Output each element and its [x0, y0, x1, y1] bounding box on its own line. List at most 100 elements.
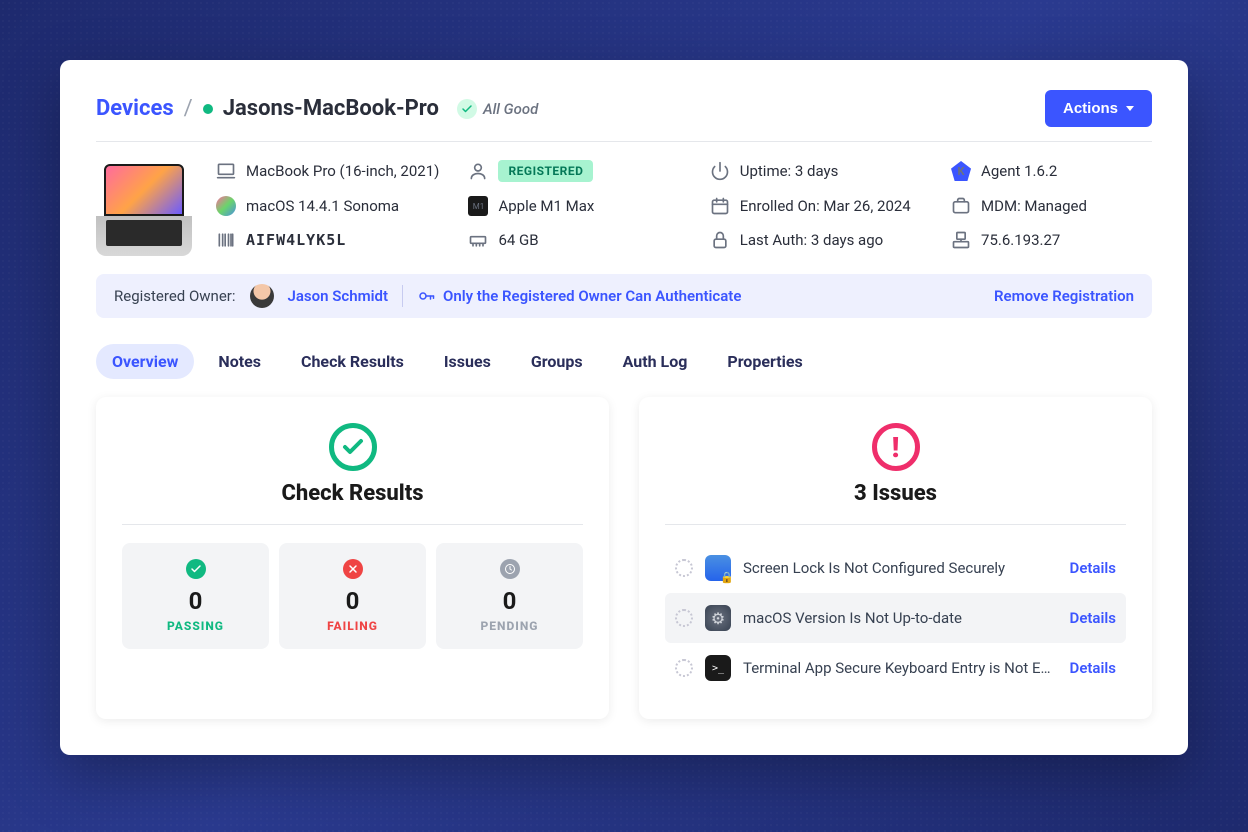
- breadcrumb-separator: /: [184, 96, 193, 121]
- info-ip: 75.6.193.27: [951, 230, 1152, 250]
- info-enrolled: Enrolled On: Mar 26, 2024: [710, 196, 933, 216]
- barcode-icon: [216, 230, 236, 250]
- stat-passing[interactable]: 0 PASSING: [122, 543, 269, 649]
- chip-text: Apple M1 Max: [498, 197, 594, 215]
- issue-text: Screen Lock Is Not Configured Securely: [743, 559, 1058, 577]
- last-auth-text: Last Auth: 3 days ago: [740, 231, 883, 249]
- check-icon: [457, 99, 477, 119]
- details-link[interactable]: Details: [1070, 559, 1116, 577]
- info-serial: AIFW4LYK5L: [216, 230, 450, 250]
- power-icon: [710, 161, 730, 181]
- calendar-icon: [710, 196, 730, 216]
- laptop-icon: [216, 161, 236, 181]
- info-grid: MacBook Pro (16-inch, 2021) REGISTERED U…: [216, 160, 1152, 250]
- briefcase-icon: [951, 196, 971, 216]
- info-mdm: MDM: Managed: [951, 196, 1152, 216]
- avatar: [250, 284, 274, 308]
- user-icon: [468, 161, 488, 181]
- breadcrumb: Devices / Jasons-MacBook-Pro All Good: [96, 96, 538, 121]
- tab-issues[interactable]: Issues: [428, 344, 507, 379]
- pending-label: PENDING: [481, 619, 539, 633]
- info-os: macOS 14.4.1 Sonoma: [216, 196, 450, 216]
- issue-list: Screen Lock Is Not Configured Securely D…: [665, 543, 1126, 693]
- issue-text: macOS Version Is Not Up-to-date: [743, 609, 1058, 627]
- auth-rule-text: Only the Registered Owner Can Authentica…: [443, 287, 741, 305]
- passing-count: 0: [189, 587, 203, 615]
- issue-text: Terminal App Secure Keyboard Entry is No…: [743, 659, 1058, 677]
- settings-icon: [705, 605, 731, 631]
- info-memory: 64 GB: [468, 230, 691, 250]
- serial-text: AIFW4LYK5L: [246, 231, 346, 249]
- tab-auth-log[interactable]: Auth Log: [607, 344, 704, 379]
- check-results-title: Check Results: [281, 481, 423, 506]
- lock-icon: [710, 230, 730, 250]
- gauge-icon: [675, 659, 693, 677]
- tab-notes[interactable]: Notes: [202, 344, 277, 379]
- screen-lock-icon: [705, 555, 731, 581]
- breadcrumb-device-name: Jasons-MacBook-Pro: [223, 96, 439, 121]
- tab-check-results[interactable]: Check Results: [285, 344, 420, 379]
- gauge-icon: [675, 559, 693, 577]
- info-last-auth: Last Auth: 3 days ago: [710, 230, 933, 250]
- alert-icon: !: [872, 423, 920, 471]
- header-row: Devices / Jasons-MacBook-Pro All Good Ac…: [96, 90, 1152, 142]
- check-results-card: Check Results 0 PASSING 0 FAILING 0 PEND…: [96, 397, 609, 719]
- info-uptime: Uptime: 3 days: [710, 160, 933, 182]
- info-registered: REGISTERED: [468, 160, 691, 182]
- uptime-text: Uptime: 3 days: [740, 162, 839, 180]
- device-image: [96, 160, 192, 256]
- remove-registration-button[interactable]: Remove Registration: [994, 287, 1134, 305]
- actions-button[interactable]: Actions: [1045, 90, 1152, 127]
- tab-overview[interactable]: Overview: [96, 344, 194, 379]
- x-icon: [343, 559, 363, 579]
- failing-label: FAILING: [327, 619, 378, 633]
- info-model: MacBook Pro (16-inch, 2021): [216, 160, 450, 182]
- check-success-icon: [329, 423, 377, 471]
- chevron-down-icon: [1126, 106, 1134, 111]
- os-icon: [216, 196, 236, 216]
- device-info: MacBook Pro (16-inch, 2021) REGISTERED U…: [96, 160, 1152, 256]
- tab-groups[interactable]: Groups: [515, 344, 599, 379]
- pending-count: 0: [503, 587, 517, 615]
- enrolled-text: Enrolled On: Mar 26, 2024: [740, 197, 911, 215]
- tabs: Overview Notes Check Results Issues Grou…: [96, 344, 1152, 379]
- info-agent: K Agent 1.6.2: [951, 160, 1152, 182]
- cards-row: Check Results 0 PASSING 0 FAILING 0 PEND…: [96, 397, 1152, 719]
- os-text: macOS 14.4.1 Sonoma: [246, 197, 399, 215]
- stat-pending[interactable]: 0 PENDING: [436, 543, 583, 649]
- terminal-icon: [705, 655, 731, 681]
- clock-icon: [500, 559, 520, 579]
- stat-failing[interactable]: 0 FAILING: [279, 543, 426, 649]
- network-icon: [951, 230, 971, 250]
- breadcrumb-root[interactable]: Devices: [96, 96, 174, 121]
- issue-row[interactable]: macOS Version Is Not Up-to-date Details: [665, 593, 1126, 643]
- stat-row: 0 PASSING 0 FAILING 0 PENDING: [122, 543, 583, 649]
- gauge-icon: [675, 609, 693, 627]
- divider: [402, 285, 403, 307]
- details-link[interactable]: Details: [1070, 659, 1116, 677]
- divider: [122, 524, 583, 525]
- chip-icon: M1: [468, 196, 488, 216]
- passing-label: PASSING: [167, 619, 224, 633]
- owner-name[interactable]: Jason Schmidt: [288, 287, 388, 305]
- ip-text: 75.6.193.27: [981, 231, 1060, 249]
- memory-icon: [468, 230, 488, 250]
- check-icon: [186, 559, 206, 579]
- mdm-text: MDM: Managed: [981, 197, 1087, 215]
- details-link[interactable]: Details: [1070, 609, 1116, 627]
- laptop-base: [96, 216, 192, 256]
- status-pill: All Good: [457, 99, 538, 119]
- device-panel: Devices / Jasons-MacBook-Pro All Good Ac…: [60, 60, 1188, 755]
- auth-rule[interactable]: Only the Registered Owner Can Authentica…: [417, 287, 741, 305]
- memory-text: 64 GB: [498, 231, 538, 249]
- status-text: All Good: [483, 100, 538, 118]
- issue-row[interactable]: Terminal App Secure Keyboard Entry is No…: [665, 643, 1126, 693]
- issues-title: 3 Issues: [854, 481, 937, 506]
- status-dot-icon: [203, 104, 213, 114]
- issue-row[interactable]: Screen Lock Is Not Configured Securely D…: [665, 543, 1126, 593]
- agent-icon: K: [951, 161, 971, 181]
- issues-card: ! 3 Issues Screen Lock Is Not Configured…: [639, 397, 1152, 719]
- agent-text: Agent 1.6.2: [981, 162, 1057, 180]
- tab-properties[interactable]: Properties: [711, 344, 818, 379]
- actions-label: Actions: [1063, 100, 1118, 117]
